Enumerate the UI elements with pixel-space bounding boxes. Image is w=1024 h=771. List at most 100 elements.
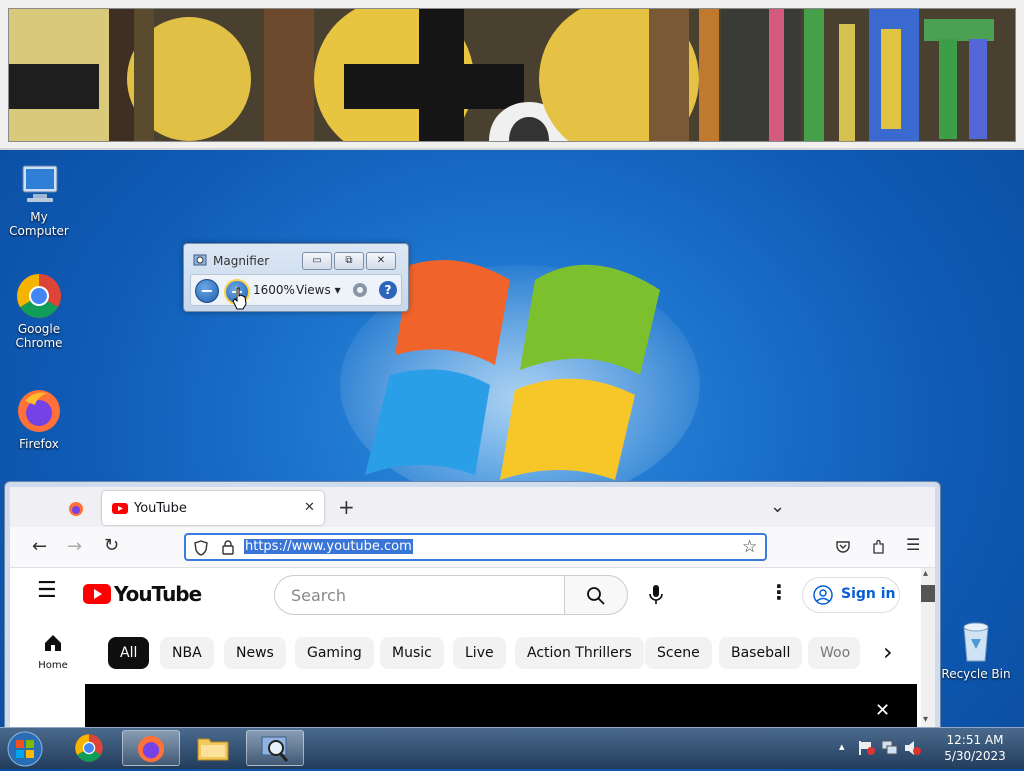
desktop-icon-my-computer[interactable]: My Computer — [0, 160, 78, 238]
account-icon — [813, 585, 833, 605]
desktop-icon-recycle-bin[interactable]: Recycle Bin — [936, 617, 1016, 681]
back-button[interactable]: ← — [32, 536, 47, 557]
magnifier-restore-button[interactable]: ⧉ — [334, 252, 364, 270]
desktop-icon-label: Firefox — [19, 437, 59, 451]
magnifier-minimize-button[interactable]: ▭ — [302, 252, 332, 270]
firefox-view-icon[interactable] — [68, 501, 84, 517]
views-label: Views — [296, 283, 331, 297]
chip-baseball[interactable]: Baseball — [719, 637, 803, 669]
extensions-icon[interactable] — [871, 539, 887, 555]
chip-action-thrillers[interactable]: Action Thrillers — [515, 637, 644, 669]
youtube-logo-text: YouTube — [114, 582, 202, 606]
magnifier-toolbar: − + 1600% Views ▾ ? — [190, 274, 402, 306]
tab-close-button[interactable]: ✕ — [304, 500, 315, 515]
clock-date: 5/30/2023 — [944, 749, 1006, 763]
desktop-icon-label-line1: Google — [17, 322, 61, 336]
show-hidden-icons-button[interactable]: ▴ — [839, 740, 845, 753]
desktop-icon-firefox[interactable]: Firefox — [0, 387, 78, 451]
desktop-icon-label: My Computer — [9, 210, 69, 238]
page-scrollbar[interactable]: ▴ ▾ — [921, 568, 935, 728]
url-bar[interactable]: https://www.youtube.com ☆ — [184, 533, 767, 561]
scroll-down-arrow[interactable]: ▾ — [923, 714, 928, 725]
desktop-icon-google-chrome[interactable]: Google Chrome — [0, 272, 78, 350]
volume-muted-icon[interactable] — [904, 740, 922, 756]
chip-scene[interactable]: Scene — [645, 637, 712, 669]
bookmark-star-icon[interactable]: ☆ — [742, 537, 757, 557]
tab-youtube[interactable]: YouTube ✕ — [102, 491, 324, 525]
views-dropdown[interactable]: Views ▾ — [296, 283, 341, 297]
taskbar-explorer-button[interactable] — [184, 730, 242, 766]
windows-start-icon — [7, 731, 43, 767]
tab-title: YouTube — [134, 501, 187, 516]
home-label: Home — [38, 660, 68, 671]
start-button[interactable] — [6, 730, 46, 767]
desktop-icon-label-line2: Chrome — [15, 336, 63, 350]
clock-time: 12:51 AM — [946, 733, 1004, 747]
search-placeholder: Search — [291, 586, 346, 605]
chevron-down-icon: ▾ — [334, 283, 341, 297]
reload-button[interactable]: ↻ — [104, 535, 119, 556]
youtube-page: ☰ YouTube Search ⋮ Sign in ▴ ▾ Home All … — [10, 568, 935, 728]
home-icon — [45, 635, 61, 651]
magnifier-window: Magnifier ▭ ⧉ ✕ − + 1600% Views ▾ ? — [183, 243, 409, 312]
zoom-out-button[interactable]: − — [195, 279, 219, 303]
hamburger-menu-icon[interactable]: ☰ — [37, 578, 57, 603]
firefox-icon — [15, 387, 63, 435]
video-banner[interactable]: ✕ — [85, 684, 917, 728]
chip-news[interactable]: News — [224, 637, 286, 669]
shield-icon[interactable] — [194, 540, 208, 556]
microphone-icon[interactable] — [649, 584, 663, 606]
magnifier-close-button[interactable]: ✕ — [366, 252, 396, 270]
youtube-logo-icon — [83, 584, 111, 604]
chip-partial[interactable]: Woo — [808, 637, 860, 669]
gear-icon[interactable] — [351, 281, 369, 299]
firefox-icon — [137, 735, 165, 763]
taskbar-chrome-button[interactable] — [60, 730, 118, 766]
action-center-icon[interactable] — [858, 740, 876, 756]
hand-cursor-icon — [232, 287, 247, 310]
chip-all[interactable]: All — [108, 637, 150, 669]
taskbar-firefox-button[interactable] — [122, 730, 180, 766]
scroll-up-arrow[interactable]: ▴ — [923, 568, 928, 579]
youtube-favicon-icon — [112, 503, 128, 514]
computer-icon — [15, 160, 63, 208]
zoom-level: 1600% — [253, 283, 295, 297]
list-all-tabs-button[interactable]: ⌄ — [770, 496, 785, 517]
lock-icon[interactable] — [222, 540, 234, 555]
magnifier-title: Magnifier — [213, 254, 270, 268]
scrollbar-thumb[interactable] — [921, 585, 935, 602]
magnifier-app-icon — [193, 254, 207, 266]
close-icon[interactable]: ✕ — [875, 700, 890, 721]
chip-music[interactable]: Music — [380, 637, 444, 669]
desktop-icon-label: Recycle Bin — [941, 667, 1011, 681]
chips-next-icon[interactable]: › — [883, 638, 893, 666]
help-icon[interactable]: ? — [379, 281, 397, 299]
system-tray: ▴ 12:51 AM 5/30/2023 — [834, 728, 1024, 769]
new-tab-button[interactable]: + — [338, 495, 355, 519]
search-input[interactable]: Search — [274, 575, 565, 615]
taskbar-magnifier-button[interactable] — [246, 730, 304, 766]
clock[interactable]: 12:51 AM 5/30/2023 — [932, 732, 1018, 764]
magnifier-icon — [261, 736, 289, 762]
sign-in-button[interactable]: Sign in — [802, 577, 900, 613]
network-icon[interactable] — [881, 740, 899, 756]
pocket-icon[interactable] — [836, 540, 850, 554]
tab-strip: YouTube ✕ + ⌄ — [10, 487, 935, 527]
navigation-toolbar: ← → ↻ https://www.youtube.com ☆ ☰ — [10, 527, 935, 568]
chip-live[interactable]: Live — [453, 637, 506, 669]
more-options-icon[interactable]: ⋮ — [769, 580, 789, 604]
chrome-icon — [15, 272, 63, 320]
forward-button[interactable]: → — [67, 536, 82, 557]
home-nav-item[interactable]: Home — [16, 633, 90, 683]
chrome-icon — [75, 734, 103, 762]
chip-gaming[interactable]: Gaming — [295, 637, 374, 669]
taskbar: ▴ 12:51 AM 5/30/2023 — [0, 727, 1024, 769]
search-icon — [587, 587, 605, 605]
search-button[interactable] — [565, 575, 628, 615]
url-text[interactable]: https://www.youtube.com — [244, 539, 413, 554]
magnifier-lens-view — [0, 0, 1024, 150]
chip-nba[interactable]: NBA — [160, 637, 214, 669]
folder-icon — [197, 738, 229, 761]
app-menu-button[interactable]: ☰ — [906, 535, 920, 554]
magnified-image — [8, 8, 1016, 142]
